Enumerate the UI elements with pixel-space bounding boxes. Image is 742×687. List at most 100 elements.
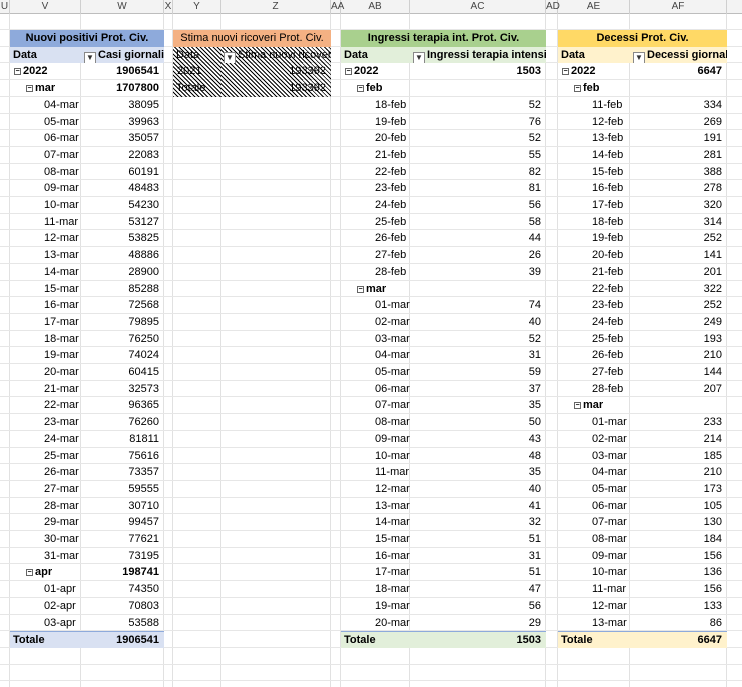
- pivot1-date-cell[interactable]: 18-mar: [10, 331, 81, 348]
- pivot4-date-cell[interactable]: 27-feb: [558, 364, 630, 381]
- pivot1-date-cell[interactable]: 07-mar: [10, 147, 81, 164]
- column-header-ac[interactable]: AC: [410, 0, 546, 14]
- pivot3-value-cell[interactable]: 76: [410, 114, 546, 131]
- pivot1-date-cell[interactable]: 23-mar: [10, 414, 81, 431]
- pivot3-value-cell[interactable]: 55: [410, 147, 546, 164]
- pivot4-value-cell[interactable]: 193: [630, 331, 727, 348]
- pivot3-value-cell[interactable]: 59: [410, 364, 546, 381]
- pivot1-year-row[interactable]: −2022: [10, 63, 81, 80]
- pivot1-value-cell[interactable]: 38095: [81, 97, 164, 114]
- pivot1-date-cell[interactable]: 04-mar: [10, 97, 81, 114]
- pivot3-date-cell[interactable]: 05-mar: [341, 364, 410, 381]
- pivot3-value-cell[interactable]: 52: [410, 331, 546, 348]
- pivot3-value-cell[interactable]: 48: [410, 448, 546, 465]
- pivot3-value-cell[interactable]: 35: [410, 397, 546, 414]
- pivot3-value-cell[interactable]: 40: [410, 481, 546, 498]
- pivot3-date-cell[interactable]: 19-mar: [341, 598, 410, 615]
- pivot1-date-cell[interactable]: 03-apr: [10, 615, 81, 632]
- pivot1-value-cell[interactable]: 75616: [81, 448, 164, 465]
- pivot2-year-row[interactable]: 2021: [173, 63, 221, 81]
- pivot4-value-cell[interactable]: 184: [630, 531, 727, 548]
- pivot3-value-cell[interactable]: 43: [410, 431, 546, 448]
- pivot4-date-cell[interactable]: 07-mar: [558, 514, 630, 531]
- pivot4-date-cell[interactable]: 01-mar: [558, 414, 630, 431]
- pivot1-month-mar[interactable]: − mar: [10, 80, 81, 97]
- collapse-minus-icon[interactable]: −: [357, 285, 364, 293]
- pivot3-value-header[interactable]: ▼ Ingressi terapia intensiva: [410, 46, 546, 64]
- pivot4-value-cell[interactable]: 86: [630, 615, 727, 632]
- pivot3-year-row[interactable]: −2022: [341, 63, 410, 80]
- pivot3-value-cell[interactable]: 47: [410, 581, 546, 598]
- pivot1-value-cell[interactable]: 85288: [81, 281, 164, 298]
- pivot1-value-cell[interactable]: 60191: [81, 164, 164, 181]
- pivot4-date-cell[interactable]: 03-mar: [558, 448, 630, 465]
- pivot1-date-cell[interactable]: 27-mar: [10, 481, 81, 498]
- pivot1-value-cell[interactable]: 74350: [81, 581, 164, 598]
- pivot4-date-cell[interactable]: 10-mar: [558, 564, 630, 581]
- pivot3-month-mar[interactable]: − mar: [341, 281, 410, 298]
- pivot4-value-cell[interactable]: 249: [630, 314, 727, 331]
- pivot4-date-cell[interactable]: 15-feb: [558, 164, 630, 181]
- pivot4-value-cell[interactable]: 320: [630, 197, 727, 214]
- pivot1-date-cell[interactable]: 31-mar: [10, 548, 81, 565]
- pivot4-date-cell[interactable]: 20-feb: [558, 247, 630, 264]
- pivot1-date-cell[interactable]: 15-mar: [10, 281, 81, 298]
- pivot4-value-cell[interactable]: 214: [630, 431, 727, 448]
- pivot1-date-cell[interactable]: 28-mar: [10, 498, 81, 515]
- pivot3-date-cell[interactable]: 25-feb: [341, 214, 410, 231]
- pivot3-value-cell[interactable]: 51: [410, 531, 546, 548]
- pivot1-value-cell[interactable]: 76260: [81, 414, 164, 431]
- pivot1-value-cell[interactable]: 76250: [81, 331, 164, 348]
- pivot3-value-cell[interactable]: 40: [410, 314, 546, 331]
- pivot4-value-cell[interactable]: 201: [630, 264, 727, 281]
- pivot1-value-cell[interactable]: 48483: [81, 180, 164, 197]
- filter-dropdown-icon[interactable]: ▼: [413, 51, 425, 64]
- pivot3-value-cell[interactable]: 56: [410, 598, 546, 615]
- pivot1-date-cell[interactable]: 10-mar: [10, 197, 81, 214]
- pivot4-date-cell[interactable]: 16-feb: [558, 180, 630, 197]
- pivot3-value-cell[interactable]: 31: [410, 347, 546, 364]
- pivot1-date-cell[interactable]: 20-mar: [10, 364, 81, 381]
- collapse-minus-icon[interactable]: −: [26, 85, 33, 93]
- pivot3-value-cell[interactable]: 32: [410, 514, 546, 531]
- pivot1-value-cell[interactable]: 81811: [81, 431, 164, 448]
- pivot4-date-cell[interactable]: 25-feb: [558, 331, 630, 348]
- pivot1-value-cell[interactable]: 32573: [81, 381, 164, 398]
- pivot3-date-cell[interactable]: 04-mar: [341, 347, 410, 364]
- pivot4-value-cell[interactable]: 334: [630, 97, 727, 114]
- column-header-x[interactable]: X: [164, 0, 173, 14]
- pivot3-date-cell[interactable]: 14-mar: [341, 514, 410, 531]
- pivot3-date-cell[interactable]: 20-mar: [341, 615, 410, 632]
- pivot3-value-cell[interactable]: 52: [410, 97, 546, 114]
- pivot4-date-cell[interactable]: 06-mar: [558, 498, 630, 515]
- pivot4-data-header[interactable]: Data: [558, 46, 630, 64]
- pivot3-date-cell[interactable]: 15-mar: [341, 531, 410, 548]
- pivot4-date-cell[interactable]: 08-mar: [558, 531, 630, 548]
- pivot1-date-cell[interactable]: 19-mar: [10, 347, 81, 364]
- pivot1-value-cell[interactable]: 53127: [81, 214, 164, 231]
- pivot4-date-cell[interactable]: 02-mar: [558, 431, 630, 448]
- pivot3-value-cell[interactable]: 56: [410, 197, 546, 214]
- column-header-z[interactable]: Z: [221, 0, 331, 14]
- column-header-w[interactable]: W: [81, 0, 164, 14]
- pivot3-value-cell[interactable]: 31: [410, 548, 546, 565]
- pivot1-data-header[interactable]: Data: [10, 46, 81, 64]
- pivot3-value-cell[interactable]: 52: [410, 130, 546, 147]
- pivot3-value-cell[interactable]: 74: [410, 297, 546, 314]
- pivot1-date-cell[interactable]: 26-mar: [10, 464, 81, 481]
- pivot1-date-cell[interactable]: 09-mar: [10, 180, 81, 197]
- pivot3-date-cell[interactable]: 11-mar: [341, 464, 410, 481]
- pivot3-value-cell[interactable]: 82: [410, 164, 546, 181]
- pivot3-data-header[interactable]: Data: [341, 46, 410, 64]
- pivot3-date-cell[interactable]: 24-feb: [341, 197, 410, 214]
- pivot1-date-cell[interactable]: 30-mar: [10, 531, 81, 548]
- pivot4-value-cell[interactable]: 210: [630, 347, 727, 364]
- column-header-y[interactable]: Y: [173, 0, 221, 14]
- pivot4-month-mar[interactable]: − mar: [558, 397, 630, 414]
- pivot3-value-cell[interactable]: 51: [410, 564, 546, 581]
- pivot1-value-cell[interactable]: 74024: [81, 347, 164, 364]
- pivot4-date-cell[interactable]: 05-mar: [558, 481, 630, 498]
- collapse-minus-icon[interactable]: −: [562, 68, 569, 76]
- pivot4-value-cell[interactable]: 136: [630, 564, 727, 581]
- pivot1-date-cell[interactable]: 16-mar: [10, 297, 81, 314]
